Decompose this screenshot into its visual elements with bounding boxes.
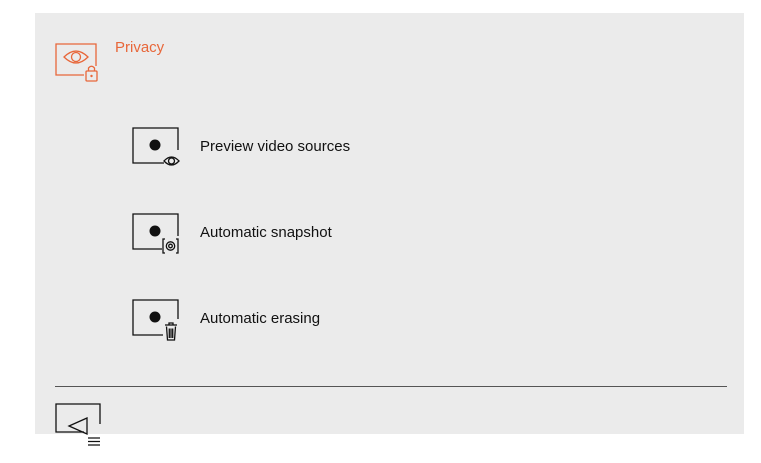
menu-item-label: Automatic snapshot — [200, 224, 332, 241]
privacy-screen: Privacy Preview video sources Automatic … — [35, 13, 744, 446]
divider — [55, 386, 727, 387]
back-menu-icon[interactable] — [54, 402, 106, 446]
menu-item-label: Preview video sources — [200, 138, 351, 155]
preview-video-eye-icon — [132, 127, 180, 166]
menu-item-label: Automatic erasing — [200, 310, 321, 327]
snapshot-camera-icon — [132, 213, 179, 254]
menu-item-automatic-snapshot[interactable]: Automatic snapshot — [128, 211, 468, 257]
menu-item-preview-video-sources[interactable]: Preview video sources — [128, 125, 468, 171]
menu-item-automatic-erasing[interactable]: Automatic erasing — [128, 297, 468, 343]
page-title: Privacy — [115, 39, 165, 56]
erase-trash-icon — [132, 299, 179, 341]
privacy-eye-lock-icon — [55, 43, 98, 82]
